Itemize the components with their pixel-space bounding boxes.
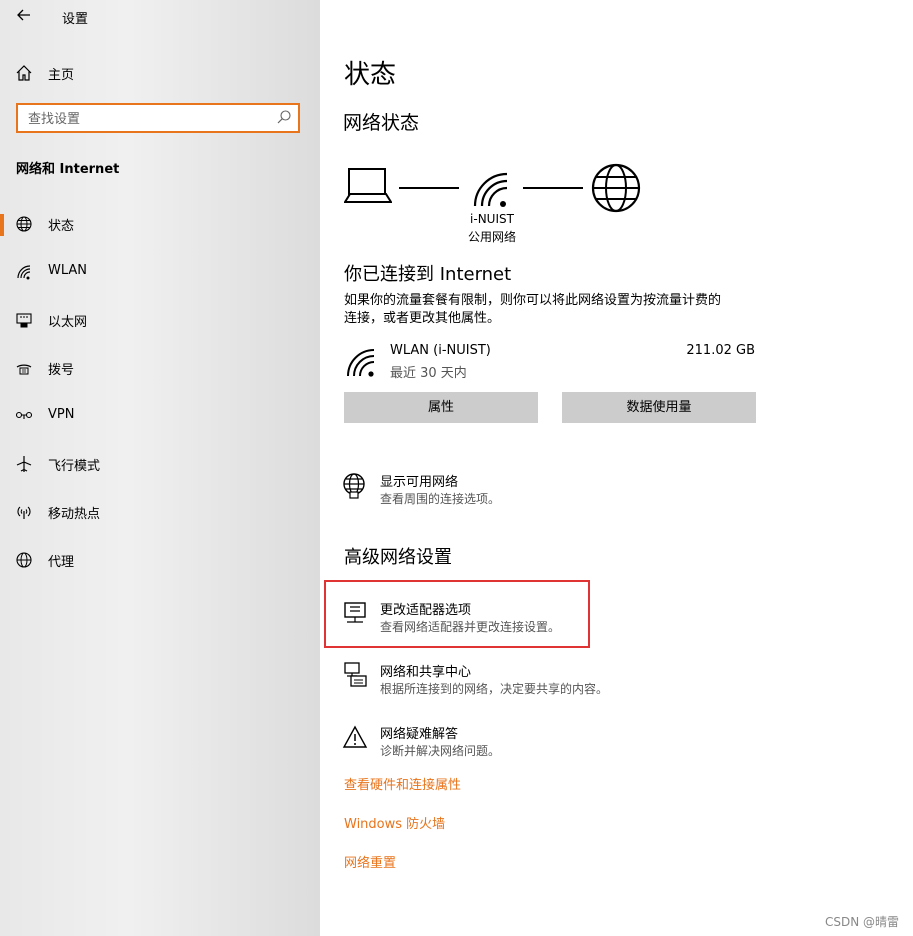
sidebar-item-label: 状态 — [48, 219, 75, 234]
network-reset-link[interactable]: 网络重置 — [344, 852, 396, 871]
network-type: 公用网络 — [467, 230, 516, 244]
troubleshooter-title: 网络疑难解答 — [380, 727, 459, 742]
watermark: CSDN @晴雷 — [824, 915, 899, 929]
page-title: 状态 — [344, 60, 397, 90]
sharing-center-title: 网络和共享中心 — [380, 665, 472, 680]
sidebar: 设置 主页 网络和 Internet 状态 WLAN 以太网 — [0, 0, 320, 936]
sharing-center-desc: 根据所连接到的网络，决定要共享的内容。 — [380, 682, 609, 696]
usage-network-name: WLAN (i-NUIST) — [390, 343, 491, 358]
hotspot-icon — [14, 502, 34, 522]
sidebar-item-label: 代理 — [48, 555, 75, 570]
sidebar-item-label: VPN — [48, 407, 75, 422]
back-arrow-icon[interactable] — [14, 4, 34, 26]
show-networks-desc: 查看周围的连接选项。 — [380, 492, 501, 506]
sidebar-item-vpn[interactable]: VPN — [0, 396, 320, 436]
troubleshooter-desc: 诊断并解决网络问题。 — [380, 744, 501, 758]
vpn-icon — [14, 406, 34, 426]
connection-line — [399, 187, 459, 189]
dialup-icon — [14, 358, 34, 378]
data-usage-button[interactable]: 数据使用量 — [562, 392, 756, 423]
sidebar-item-status[interactable]: 状态 — [0, 204, 320, 244]
globe-icon — [14, 550, 34, 570]
warning-icon — [342, 724, 368, 750]
usage-amount: 211.02 GB — [686, 343, 755, 358]
home-icon — [14, 63, 34, 83]
sidebar-item-home[interactable]: 主页 — [0, 53, 320, 93]
sidebar-item-airplane[interactable]: 飞行模式 — [0, 444, 320, 484]
laptop-icon — [344, 166, 392, 206]
section-title: 网络和 Internet — [16, 162, 120, 177]
sidebar-item-hotspot[interactable]: 移动热点 — [0, 492, 320, 532]
sidebar-item-wlan[interactable]: WLAN — [0, 252, 320, 292]
wifi-signal-icon — [471, 166, 511, 208]
connected-description: 如果你的流量套餐有限制，则你可以将此网络设置为按流量计费的 — [344, 293, 722, 308]
highlight-box — [324, 580, 590, 648]
sharing-center-icon — [342, 661, 368, 689]
usage-period: 最近 30 天内 — [390, 366, 467, 381]
search-icon[interactable] — [276, 109, 292, 125]
network-name: i-NUIST — [470, 212, 514, 226]
ethernet-icon — [14, 310, 34, 330]
sidebar-item-label: 飞行模式 — [48, 459, 101, 474]
search-input[interactable] — [26, 106, 270, 132]
airplane-icon — [14, 454, 34, 474]
globe-network-icon — [14, 214, 34, 234]
advanced-heading: 高级网络设置 — [344, 547, 452, 568]
connected-heading: 你已连接到 Internet — [344, 264, 512, 285]
firewall-link[interactable]: Windows 防火墙 — [344, 813, 445, 832]
sidebar-item-label: WLAN — [48, 263, 88, 278]
network-status-heading: 网络状态 — [343, 112, 420, 134]
properties-button[interactable]: 属性 — [344, 392, 538, 423]
search-box[interactable] — [16, 103, 300, 133]
sidebar-item-label: 移动热点 — [48, 507, 101, 522]
sidebar-item-proxy[interactable]: 代理 — [0, 540, 320, 580]
main-content: 状态 网络状态 i-NUIST 公用网络 你已连接到 Internet 如果你的… — [320, 0, 913, 936]
connection-line — [523, 187, 583, 189]
sidebar-item-label: 以太网 — [48, 315, 88, 330]
sidebar-item-ethernet[interactable]: 以太网 — [0, 300, 320, 340]
sidebar-item-label: 拨号 — [48, 363, 75, 378]
wifi-icon — [14, 262, 34, 282]
show-networks-title: 显示可用网络 — [380, 475, 459, 490]
window-title: 设置 — [62, 12, 89, 27]
sidebar-item-label: 主页 — [48, 68, 75, 83]
connected-description: 连接，或者更改其他属性。 — [344, 311, 501, 326]
hardware-properties-link[interactable]: 查看硬件和连接属性 — [344, 774, 461, 793]
internet-globe-icon — [590, 162, 642, 214]
wifi-usage-icon — [346, 344, 378, 378]
globe-network-icon — [342, 472, 368, 500]
sidebar-item-dialup[interactable]: 拨号 — [0, 348, 320, 388]
